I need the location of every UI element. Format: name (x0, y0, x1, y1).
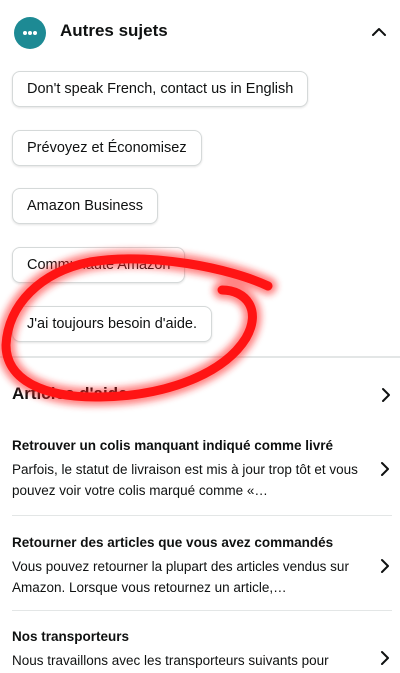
other-topics-header[interactable]: Autres sujets (0, 0, 400, 64)
list-divider (12, 610, 392, 611)
help-article-title: Retourner des articles que vous avez com… (12, 535, 334, 550)
topic-chip-community[interactable]: Communauté Amazon (12, 247, 186, 283)
topic-chip-english-contact[interactable]: Don't speak French, contact us in Englis… (12, 71, 309, 107)
topic-chip-amazon-business[interactable]: Amazon Business (12, 188, 159, 224)
more-dots-icon (14, 17, 46, 49)
section-divider (0, 356, 400, 358)
help-article-title: Nos transporteurs (12, 629, 130, 644)
topic-chip-save[interactable]: Prévoyez et Économisez (12, 130, 202, 166)
chevron-up-icon[interactable] (370, 23, 388, 41)
section-title-other-topics: Autres sujets (60, 21, 168, 40)
chevron-right-icon[interactable] (378, 387, 394, 403)
chevron-right-icon (381, 559, 389, 573)
chevron-right-icon (381, 462, 389, 476)
help-article-item[interactable]: Retourner des articles que vous avez com… (12, 534, 392, 598)
help-article-title: Retrouver un colis manquant indiqué comm… (12, 438, 334, 453)
help-articles-title[interactable]: Articles d'aide (12, 384, 128, 404)
help-article-item[interactable]: Nos transporteurs Nous travaillons avec … (12, 628, 392, 671)
topic-chip-still-need-help[interactable]: J'ai toujours besoin d'aide. (12, 306, 212, 342)
help-article-description: Parfois, le statut de livraison est mis … (12, 462, 358, 498)
chevron-right-icon (381, 651, 389, 665)
help-article-description: Vous pouvez retourner la plupart des art… (12, 559, 349, 595)
help-article-description: Nous travaillons avec les transporteurs … (12, 653, 329, 668)
help-article-item[interactable]: Retrouver un colis manquant indiqué comm… (12, 437, 392, 501)
list-divider (12, 515, 392, 516)
